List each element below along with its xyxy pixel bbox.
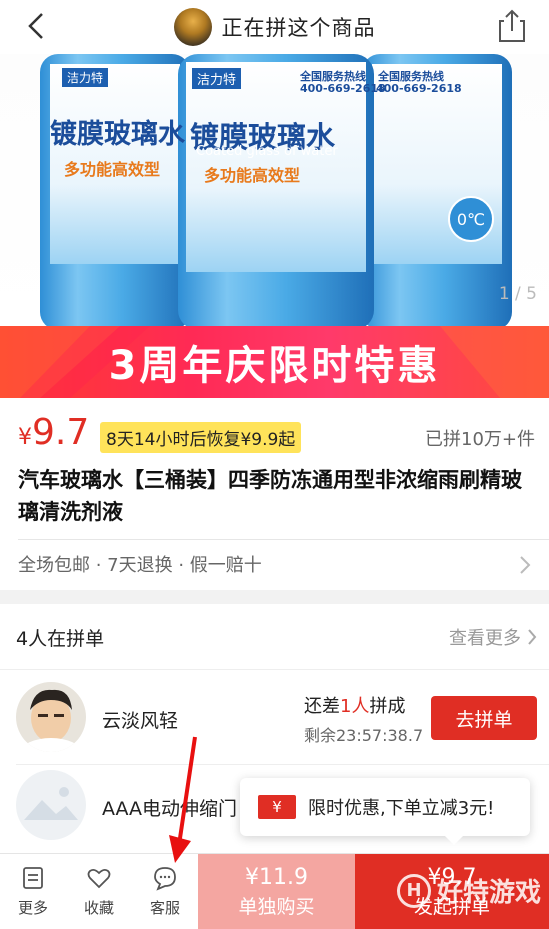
avatar bbox=[16, 682, 86, 752]
divider bbox=[18, 539, 549, 540]
price-symbol: ¥ bbox=[18, 425, 32, 450]
banner-text: 3周年庆限时特惠 bbox=[108, 343, 441, 389]
share-icon[interactable] bbox=[497, 9, 527, 43]
start-group-buy-button[interactable]: ¥9.7 发起拼单 H 好特游戏 bbox=[355, 854, 549, 929]
countdown-badge: 8天14小时后恢复¥9.9起 bbox=[100, 422, 302, 453]
buy-alone-price: ¥11.9 bbox=[245, 864, 308, 890]
watermark-text: 好特游戏 bbox=[436, 878, 541, 908]
heart-icon bbox=[87, 868, 111, 889]
top-nav-bar: 正在拼这个商品 bbox=[0, 0, 549, 54]
tab-label: 更多 bbox=[17, 899, 48, 917]
bottle-brand-tag: 洁力特 bbox=[62, 68, 109, 87]
price-value: 9.7 bbox=[32, 412, 90, 453]
image-placeholder-icon bbox=[24, 787, 78, 820]
tab-customer-service[interactable]: 客服 bbox=[132, 854, 198, 929]
bottle-brand-tag: 洁力特 bbox=[192, 68, 242, 89]
tab-label: 客服 bbox=[149, 899, 180, 917]
service-guarantees[interactable]: 全场包邮 · 7天退换 · 假一赔十 bbox=[18, 551, 262, 577]
chevron-right-icon[interactable] bbox=[519, 555, 531, 575]
need-people-text: 还差1人拼成 bbox=[304, 696, 406, 717]
annotation-arrow-icon bbox=[169, 736, 197, 863]
bottle-name-text: 镀膜玻璃水 bbox=[50, 119, 185, 150]
avatar bbox=[16, 770, 86, 840]
page-title: 正在拼这个商品 bbox=[221, 16, 376, 40]
see-more-link[interactable]: 查看更多 bbox=[449, 624, 537, 650]
bottom-action-bar: 更多 收藏 客服 ¥11.9 单独购买 ¥9.7 发起拼单 H 好特游戏 bbox=[0, 853, 549, 929]
coupon-icon: ¥ bbox=[258, 795, 296, 819]
product-bottles-image bbox=[40, 54, 512, 330]
coupon-text: 限时优惠,下单立减3元! bbox=[308, 798, 495, 819]
bottle-sub-text: 多功能高效型 bbox=[204, 166, 301, 185]
back-arrow-icon[interactable] bbox=[22, 10, 54, 42]
tab-more[interactable]: 更多 bbox=[0, 854, 66, 929]
shop-avatar bbox=[173, 8, 212, 46]
buy-alone-label: 单独购买 bbox=[238, 895, 315, 918]
product-image-gallery[interactable]: 洁力特 镀膜玻璃水 多功能高效型 洁力特 镀膜玻璃水 Coated glass … bbox=[0, 54, 549, 330]
image-counter: 1 / 5 bbox=[498, 284, 537, 304]
see-more-label: 查看更多 bbox=[449, 628, 521, 649]
sold-count: 已拼10万+件 bbox=[425, 429, 535, 450]
bottle-phone: 400-669-2618 bbox=[300, 82, 386, 95]
coupon-tooltip[interactable]: ¥ 限时优惠,下单立减3元! bbox=[240, 778, 530, 845]
group-count-title: 4人在拼单 bbox=[16, 628, 105, 650]
join-group-button[interactable]: 去拼单 bbox=[431, 696, 537, 740]
remaining-time: 剩余23:57:38.7 bbox=[304, 726, 424, 745]
product-title: 汽车玻璃水【三桶装】四季防冻通用型非浓缩雨刷精玻璃清洗剂液 bbox=[18, 468, 522, 524]
bottle-en-text: Coated glass of water bbox=[196, 144, 338, 159]
tab-label: 收藏 bbox=[83, 899, 114, 917]
user-avatar-photo bbox=[16, 682, 86, 752]
buy-alone-button[interactable]: ¥11.9 单独购买 bbox=[198, 854, 355, 929]
chevron-right-icon bbox=[528, 629, 537, 645]
list-icon bbox=[23, 867, 43, 889]
temperature-badge: 0℃ bbox=[448, 196, 494, 242]
product-info: ¥ 9.7 8天14小时后恢复¥9.9起 已拼10万+件 汽车玻璃水【三桶装】四… bbox=[0, 398, 549, 590]
watermark: H 好特游戏 bbox=[396, 872, 541, 909]
bottle-phone: 400-669-2618 bbox=[376, 82, 462, 95]
bottle-sub-text: 多功能高效型 bbox=[64, 160, 161, 179]
header-center: 正在拼这个商品 bbox=[173, 8, 376, 46]
divider bbox=[0, 669, 549, 670]
chat-icon bbox=[154, 867, 176, 891]
tab-favorite[interactable]: 收藏 bbox=[66, 854, 132, 929]
product-price: ¥ 9.7 bbox=[18, 412, 89, 453]
promo-banner[interactable]: 3周年庆限时特惠 bbox=[0, 326, 549, 398]
user-name: 云淡风轻 bbox=[102, 710, 179, 732]
divider bbox=[16, 764, 549, 765]
group-row: 云淡风轻 还差1人拼成 剩余23:57:38.7 去拼单 bbox=[0, 676, 549, 760]
watermark-logo-icon: H bbox=[396, 873, 431, 908]
